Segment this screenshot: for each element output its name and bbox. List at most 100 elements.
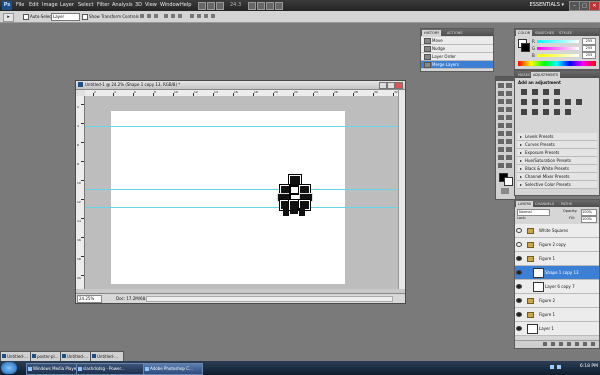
history-item[interactable]: Move (421, 37, 493, 45)
menu-image[interactable]: Image (42, 2, 58, 8)
show-transform-checkbox[interactable] (82, 14, 88, 20)
selective-color-icon[interactable] (565, 109, 571, 115)
horizontal-scrollbar[interactable] (146, 296, 393, 302)
preset-item[interactable]: ▸ Exposure Presets (517, 149, 597, 157)
opacity-field[interactable]: 100% (581, 209, 597, 216)
menu-3d[interactable]: 3D (135, 2, 142, 8)
volume-icon[interactable] (557, 365, 561, 369)
lasso-tool-icon[interactable] (498, 91, 504, 96)
quick-mask-icon[interactable] (501, 188, 509, 194)
preset-item[interactable]: ▸ Levels Presets (517, 133, 597, 141)
tab-styles[interactable]: STYLES (557, 30, 574, 36)
menu-filter[interactable]: Filter (97, 2, 109, 8)
tab-masks[interactable]: MASKS (516, 72, 532, 78)
rotate-view-icon[interactable] (257, 2, 265, 10)
visibility-eye-icon[interactable] (516, 312, 522, 317)
hand-tool-icon[interactable] (498, 163, 504, 168)
move-tool-preset-icon[interactable]: ▸ (3, 13, 14, 22)
gradient-tool-icon[interactable] (506, 123, 512, 128)
threshold-icon[interactable] (543, 109, 549, 115)
blend-mode-dropdown[interactable]: Normal (517, 209, 550, 216)
layer-row[interactable]: Shape 1 copy 13 (515, 266, 599, 280)
background-swatch[interactable] (521, 43, 530, 52)
menu-edit[interactable]: Edit (29, 2, 39, 8)
3d-rotate-tool-icon[interactable] (498, 155, 504, 160)
tab-channels[interactable]: CHANNELS (533, 201, 556, 207)
visibility-eye-icon[interactable] (516, 256, 522, 261)
layer-group[interactable]: Figure 1 (515, 252, 599, 266)
menu-file[interactable]: File (16, 2, 24, 8)
eraser-tool-icon[interactable] (498, 123, 504, 128)
hue-saturation-icon[interactable] (532, 99, 538, 105)
vertical-scrollbar[interactable] (398, 90, 405, 289)
autoselect-checkbox[interactable] (23, 14, 29, 20)
blue-value[interactable]: 255 (582, 52, 596, 59)
menu-analysis[interactable]: Analysis (112, 2, 133, 8)
canvas-area[interactable] (85, 96, 398, 289)
dodge-tool-icon[interactable] (506, 131, 512, 136)
bridge-icon[interactable] (198, 2, 206, 10)
visibility-eye-icon[interactable] (516, 298, 522, 303)
menu-help[interactable]: Help (180, 2, 191, 8)
tab-swatches[interactable]: SWATCHES (533, 30, 556, 36)
link-layers-icon[interactable] (543, 342, 547, 346)
green-value[interactable]: 255 (582, 45, 596, 52)
healing-tool-icon[interactable] (498, 107, 504, 112)
preset-item[interactable]: ▸ Curves Presets (517, 141, 597, 149)
pen-tool-icon[interactable] (498, 139, 504, 144)
visibility-eye-icon[interactable] (516, 242, 522, 247)
taskbar-photoshop[interactable]: Adobe Photoshop C... (143, 363, 203, 375)
screen-mode-icon[interactable] (275, 2, 283, 10)
preset-item[interactable]: ▸ Black & White Presets (517, 165, 597, 173)
layer-row[interactable]: Layer 1 (515, 322, 599, 336)
green-slider[interactable] (537, 47, 579, 50)
close-button[interactable]: ✕ (589, 1, 600, 11)
new-layer-icon[interactable] (583, 342, 587, 346)
type-tool-icon[interactable] (506, 139, 512, 144)
marquee-tool-icon[interactable] (506, 83, 512, 88)
quick-select-tool-icon[interactable] (506, 91, 512, 96)
layer-group[interactable]: Figure 2 copy (515, 238, 599, 252)
tab-adjustments[interactable]: ADJUSTMENTS (531, 72, 561, 78)
menu-window[interactable]: Window (160, 2, 180, 8)
gradient-map-icon[interactable] (554, 109, 560, 115)
tab-paths[interactable]: PATHS (559, 201, 574, 207)
preset-item[interactable]: ▸ Selective Color Presets (517, 181, 597, 189)
exposure-icon[interactable] (554, 89, 560, 95)
layer-group[interactable]: White Squares (515, 224, 599, 238)
red-slider[interactable] (537, 40, 579, 43)
zoom-field[interactable]: 24.25% (77, 295, 102, 303)
hand-icon[interactable] (248, 2, 256, 10)
extras-icon[interactable] (216, 2, 224, 10)
start-button[interactable] (1, 362, 17, 374)
network-icon[interactable] (550, 365, 554, 369)
doc-minimize-button[interactable] (379, 82, 387, 89)
layer-group[interactable]: Figure 2 (515, 294, 599, 308)
zoom-level[interactable]: 24.3 (230, 2, 241, 8)
move-tool-icon[interactable] (498, 83, 504, 88)
guide-line[interactable] (85, 189, 398, 190)
zoom-tool-icon[interactable] (506, 163, 512, 168)
3d-orbit-tool-icon[interactable] (506, 155, 512, 160)
brush-tool-icon[interactable] (506, 107, 512, 112)
menu-layer[interactable]: Layer (60, 2, 74, 8)
new-group-icon[interactable] (575, 342, 579, 346)
arrange-documents-icon[interactable] (266, 2, 274, 10)
channel-mixer-icon[interactable] (576, 99, 582, 105)
blur-tool-icon[interactable] (498, 131, 504, 136)
menu-select[interactable]: Select (78, 2, 93, 8)
posterize-icon[interactable] (532, 109, 538, 115)
history-item[interactable]: Merge Layers (421, 61, 493, 69)
crop-tool-icon[interactable] (498, 99, 504, 104)
color-ramp[interactable] (518, 61, 596, 66)
vibrance-icon[interactable] (521, 99, 527, 105)
layer-group[interactable]: Figure 1 (515, 308, 599, 322)
preset-item[interactable]: ▸ Hue/Saturation Presets (517, 157, 597, 165)
invert-icon[interactable] (521, 109, 527, 115)
figure-artwork[interactable] (277, 175, 313, 217)
visibility-eye-icon[interactable] (516, 326, 522, 331)
layer-mask-icon[interactable] (559, 342, 563, 346)
curves-icon[interactable] (543, 89, 549, 95)
background-color-swatch[interactable] (504, 177, 513, 186)
guide-line[interactable] (85, 126, 398, 127)
